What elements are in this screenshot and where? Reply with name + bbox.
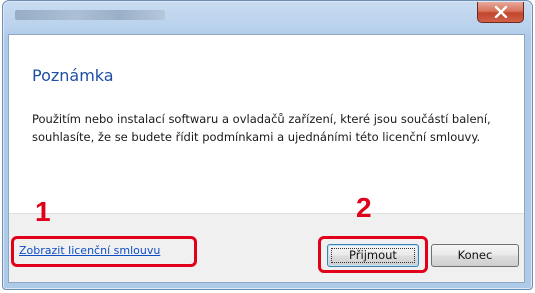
dialog-body-text: Použitím nebo instalací softwaru a ovlad… — [32, 112, 491, 144]
accept-button[interactable]: Přijmout — [327, 244, 419, 267]
window-title-blurred — [15, 10, 165, 20]
close-icon — [494, 6, 508, 18]
accept-button-label: Přijmout — [349, 248, 397, 262]
view-license-link[interactable]: Zobrazit licenční smlouvu — [19, 244, 160, 257]
dialog-heading: Poznámka — [32, 66, 114, 85]
end-button[interactable]: Konec — [431, 244, 519, 267]
annotation-marker-2: 2 — [356, 192, 372, 223]
title-bar[interactable] — [3, 1, 532, 35]
close-button[interactable] — [477, 2, 524, 23]
annotation-marker-1: 1 — [35, 196, 51, 227]
